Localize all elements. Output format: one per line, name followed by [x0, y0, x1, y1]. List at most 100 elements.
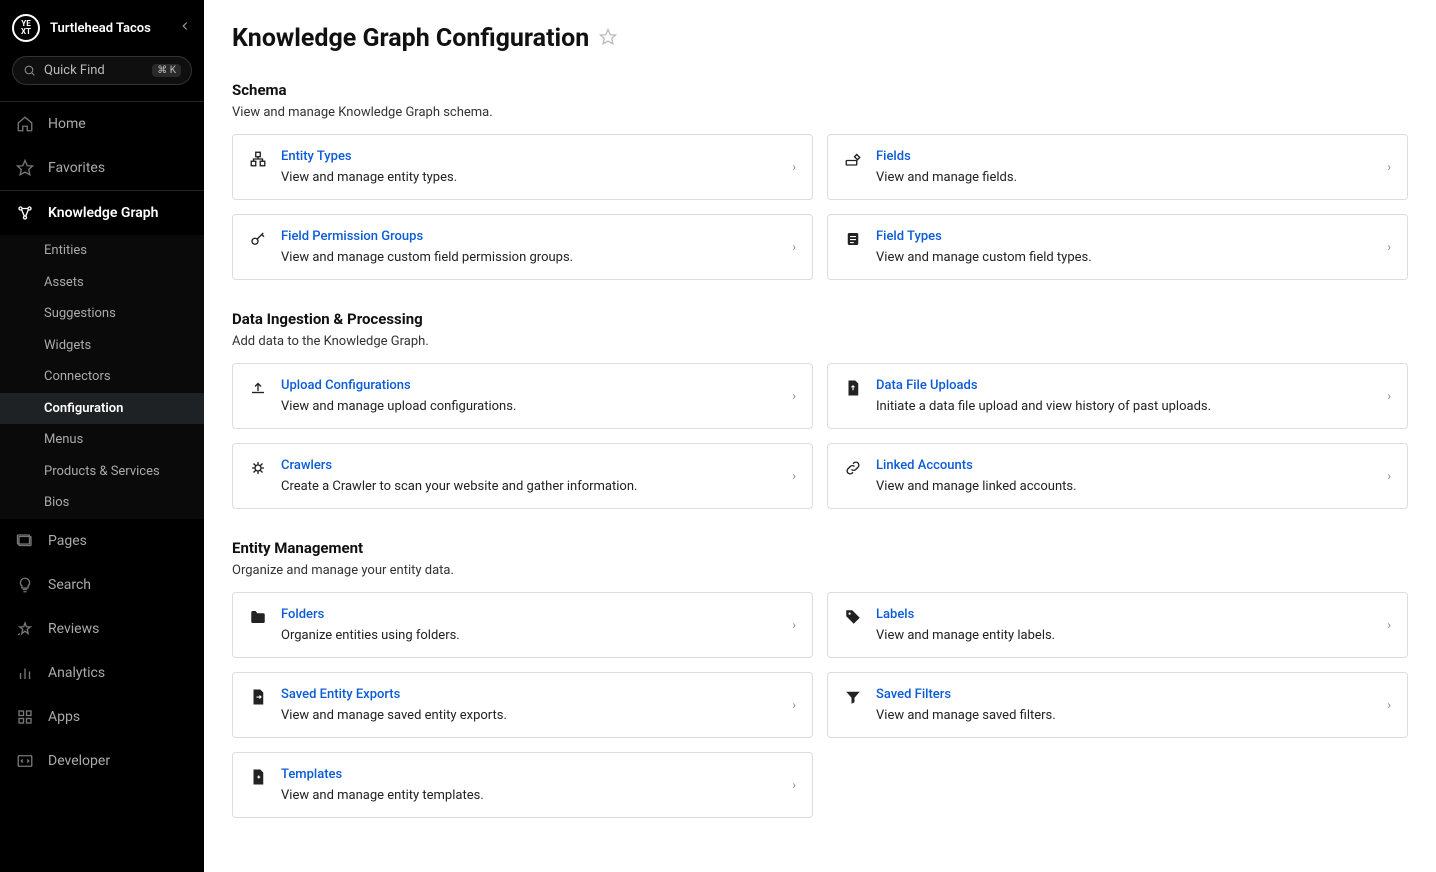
analytics-icon — [16, 664, 34, 682]
nav-label: Pages — [48, 533, 87, 549]
card-field-permission-groups[interactable]: Field Permission Groups View and manage … — [232, 214, 813, 280]
chevron-right-icon: › — [792, 698, 796, 712]
nav-reviews[interactable]: Reviews — [0, 607, 204, 651]
apps-icon — [16, 708, 34, 726]
card-fields[interactable]: Fields View and manage fields. › — [827, 134, 1408, 200]
schema-cards: Entity Types View and manage entity type… — [232, 134, 1408, 280]
card-crawlers[interactable]: Crawlers Create a Crawler to scan your w… — [232, 443, 813, 509]
quick-find[interactable]: Quick Find ⌘ K — [12, 56, 192, 85]
page-title: Knowledge Graph Configuration — [232, 24, 589, 53]
chevron-right-icon: › — [792, 469, 796, 483]
subnav-configuration[interactable]: Configuration — [0, 393, 204, 425]
reviews-icon — [16, 620, 34, 638]
subnav-suggestions[interactable]: Suggestions — [0, 298, 204, 330]
card-title: Entity Types — [281, 149, 778, 164]
field-types-icon — [844, 230, 862, 248]
tag-icon — [844, 608, 862, 626]
section-title: Data Ingestion & Processing — [232, 310, 1408, 328]
template-icon — [249, 768, 267, 786]
card-field-types[interactable]: Field Types View and manage custom field… — [827, 214, 1408, 280]
section-desc: Organize and manage your entity data. — [232, 563, 1408, 578]
card-labels[interactable]: Labels View and manage entity labels. › — [827, 592, 1408, 658]
card-desc: Organize entities using folders. — [281, 628, 778, 643]
knowledge-graph-subnav: Entities Assets Suggestions Widgets Conn… — [0, 235, 204, 519]
card-desc: View and manage entity types. — [281, 170, 778, 185]
brand-logo[interactable]: YEXT — [12, 14, 40, 42]
card-desc: View and manage saved filters. — [876, 708, 1373, 723]
chevron-right-icon: › — [1387, 698, 1391, 712]
nav-label: Search — [48, 577, 91, 593]
subnav-entities[interactable]: Entities — [0, 235, 204, 267]
section-schema: Schema View and manage Knowledge Graph s… — [232, 81, 1408, 280]
export-icon — [249, 688, 267, 706]
card-desc: View and manage custom field permission … — [281, 250, 778, 265]
card-saved-filters[interactable]: Saved Filters View and manage saved filt… — [827, 672, 1408, 738]
nav-knowledge-graph[interactable]: Knowledge Graph — [0, 191, 204, 235]
file-upload-icon — [844, 379, 862, 397]
sidebar: YEXT Turtlehead Tacos Quick Find ⌘ K Hom… — [0, 0, 204, 872]
card-templates[interactable]: Templates View and manage entity templat… — [232, 752, 813, 818]
nav-home[interactable]: Home — [0, 102, 204, 146]
sidebar-header: YEXT Turtlehead Tacos — [0, 0, 204, 56]
card-desc: View and manage fields. — [876, 170, 1373, 185]
favorite-toggle-icon[interactable] — [599, 28, 617, 50]
filter-icon — [844, 688, 862, 706]
card-title: Data File Uploads — [876, 378, 1373, 393]
chevron-right-icon: › — [792, 240, 796, 254]
nav-pages[interactable]: Pages — [0, 519, 204, 563]
subnav-bios[interactable]: Bios — [0, 487, 204, 519]
nav-developer[interactable]: Developer — [0, 739, 204, 783]
section-desc: Add data to the Knowledge Graph. — [232, 334, 1408, 349]
crawler-icon — [249, 459, 267, 477]
main-content: Knowledge Graph Configuration Schema Vie… — [204, 0, 1436, 872]
card-title: Saved Entity Exports — [281, 687, 778, 702]
nav-label: Favorites — [48, 160, 105, 176]
subnav-connectors[interactable]: Connectors — [0, 361, 204, 393]
card-desc: View and manage entity templates. — [281, 788, 778, 803]
card-saved-entity-exports[interactable]: Saved Entity Exports View and manage sav… — [232, 672, 813, 738]
card-desc: View and manage upload configurations. — [281, 399, 778, 414]
collapse-sidebar-icon[interactable] — [178, 19, 192, 37]
card-title: Crawlers — [281, 458, 778, 473]
card-desc: View and manage saved entity exports. — [281, 708, 778, 723]
link-icon — [844, 459, 862, 477]
chevron-right-icon: › — [1387, 160, 1391, 174]
chevron-right-icon: › — [1387, 618, 1391, 632]
nav-apps[interactable]: Apps — [0, 695, 204, 739]
subnav-menus[interactable]: Menus — [0, 424, 204, 456]
entity-types-icon — [249, 150, 267, 168]
nav-label: Apps — [48, 709, 80, 725]
folder-icon — [249, 608, 267, 626]
card-title: Saved Filters — [876, 687, 1373, 702]
nav-analytics[interactable]: Analytics — [0, 651, 204, 695]
section-ingestion: Data Ingestion & Processing Add data to … — [232, 310, 1408, 509]
card-title: Templates — [281, 767, 778, 782]
subnav-widgets[interactable]: Widgets — [0, 330, 204, 362]
card-title: Labels — [876, 607, 1373, 622]
card-data-file-uploads[interactable]: Data File Uploads Initiate a data file u… — [827, 363, 1408, 429]
card-desc: Initiate a data file upload and view his… — [876, 399, 1373, 414]
chevron-right-icon: › — [792, 618, 796, 632]
card-title: Upload Configurations — [281, 378, 778, 393]
nav-search[interactable]: Search — [0, 563, 204, 607]
subnav-assets[interactable]: Assets — [0, 267, 204, 299]
brand-name: Turtlehead Tacos — [50, 21, 168, 36]
card-desc: View and manage linked accounts. — [876, 479, 1373, 494]
lightbulb-icon — [16, 576, 34, 594]
card-entity-types[interactable]: Entity Types View and manage entity type… — [232, 134, 813, 200]
nav-label: Developer — [48, 753, 110, 769]
card-folders[interactable]: Folders Organize entities using folders.… — [232, 592, 813, 658]
card-desc: Create a Crawler to scan your website an… — [281, 479, 778, 494]
code-icon — [16, 752, 34, 770]
nav-favorites[interactable]: Favorites — [0, 146, 204, 190]
card-linked-accounts[interactable]: Linked Accounts View and manage linked a… — [827, 443, 1408, 509]
ingestion-cards: Upload Configurations View and manage up… — [232, 363, 1408, 509]
card-desc: View and manage entity labels. — [876, 628, 1373, 643]
card-title: Fields — [876, 149, 1373, 164]
chevron-right-icon: › — [1387, 389, 1391, 403]
subnav-products-services[interactable]: Products & Services — [0, 456, 204, 488]
card-upload-configurations[interactable]: Upload Configurations View and manage up… — [232, 363, 813, 429]
chevron-right-icon: › — [1387, 469, 1391, 483]
search-icon — [23, 64, 36, 77]
section-desc: View and manage Knowledge Graph schema. — [232, 105, 1408, 120]
